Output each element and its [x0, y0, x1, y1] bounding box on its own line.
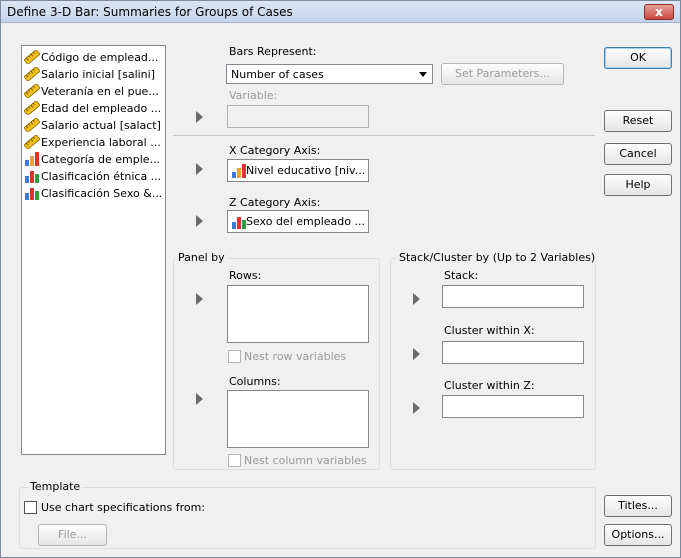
use-chart-specs-label: Use chart specifications from: [41, 501, 206, 514]
template-title: Template [28, 480, 83, 493]
bars-represent-label: Bars Represent: [229, 45, 317, 58]
cluster-within-z-field[interactable] [442, 395, 584, 418]
x-category-axis-field[interactable]: Nivel educativo [niv... [227, 159, 369, 182]
nest-columns-checkbox[interactable] [228, 454, 241, 467]
x-category-axis-value: Nivel educativo [niv... [246, 164, 366, 177]
variable-field[interactable] [227, 105, 369, 128]
variable-list-item[interactable]: Categoría de emple... [24, 152, 160, 169]
variable-list-item-label: Código de emplead... [41, 51, 159, 64]
variable-list-item[interactable]: Código de emplead... [24, 50, 158, 67]
title-bar: Define 3-D Bar: Summaries for Groups of … [1, 1, 680, 23]
variable-label: Variable: [229, 89, 278, 102]
z-category-axis-value: Sexo del empleado ... [246, 215, 365, 228]
variable-list-item-label: Clasificación Sexo &... [41, 187, 163, 200]
variable-list-item[interactable]: Clasificación Sexo &... [24, 186, 162, 203]
close-button[interactable]: x [644, 4, 674, 20]
stack-cluster-title: Stack/Cluster by (Up to 2 Variables) [397, 251, 598, 264]
ok-button[interactable]: OK [604, 47, 672, 69]
scale-ruler-icon [24, 84, 40, 98]
cancel-button[interactable]: Cancel [604, 143, 672, 165]
scale-ruler-icon [24, 118, 40, 132]
z-category-axis-label: Z Category Axis: [229, 196, 321, 209]
nest-rows-label: Nest row variables [244, 350, 347, 363]
variable-list-item[interactable]: Clasificación étnica ... [24, 169, 161, 186]
use-chart-specs-checkbox[interactable] [24, 501, 37, 514]
cluster-within-z-label: Cluster within Z: [444, 379, 535, 392]
titles-button[interactable]: Titles... [604, 495, 672, 517]
help-button[interactable]: Help [604, 174, 672, 196]
panel-by-title: Panel by [176, 251, 227, 264]
move-to-rows-arrow-icon[interactable] [194, 293, 206, 305]
nest-columns-label: Nest column variables [244, 454, 367, 467]
variable-list-item-label: Experiencia laboral ... [41, 136, 161, 149]
variable-list-item-label: Salario inicial [salini] [41, 68, 156, 81]
columns-label: Columns: [229, 375, 281, 388]
nest-rows-checkbox[interactable] [228, 350, 241, 363]
cluster-within-x-field[interactable] [442, 341, 584, 364]
separator [173, 135, 595, 136]
bars-represent-value: Number of cases [231, 68, 324, 81]
variable-list-item[interactable]: Veteranía en el pue... [24, 84, 159, 101]
variable-list-item[interactable]: Salario actual [salact] [24, 118, 161, 135]
window-title: Define 3-D Bar: Summaries for Groups of … [7, 5, 293, 19]
move-to-stack-arrow-icon[interactable] [411, 293, 423, 305]
scale-ruler-icon [24, 101, 40, 115]
source-variable-list[interactable]: Código de emplead... Salario inicial [sal… [21, 45, 166, 455]
dialog-window: Define 3-D Bar: Summaries for Groups of … [0, 0, 681, 558]
nominal-bars-icon [231, 215, 247, 229]
move-to-cluster-x-arrow-icon[interactable] [411, 348, 423, 360]
move-to-cluster-z-arrow-icon[interactable] [411, 402, 423, 414]
variable-list-item[interactable]: Salario inicial [salini] [24, 67, 155, 84]
nominal-bars-icon [24, 169, 40, 183]
x-category-axis-label: X Category Axis: [229, 144, 321, 157]
move-to-z-axis-arrow-icon[interactable] [194, 215, 206, 227]
variable-list-item-label: Categoría de emple... [41, 153, 161, 166]
scale-ruler-icon [24, 67, 40, 81]
move-to-x-axis-arrow-icon[interactable] [194, 163, 206, 175]
variable-list-item[interactable]: Experiencia laboral ... [24, 135, 161, 152]
bars-represent-select[interactable]: Number of cases [226, 64, 433, 84]
rows-field[interactable] [227, 285, 369, 343]
set-parameters-button[interactable]: Set Parameters... [441, 63, 564, 85]
file-button[interactable]: File... [38, 524, 107, 546]
move-to-columns-arrow-icon[interactable] [194, 393, 206, 405]
ordinal-bars-icon [24, 152, 40, 166]
scale-ruler-icon [24, 50, 40, 64]
move-to-variable-arrow-icon[interactable] [194, 111, 206, 123]
nominal-bars-icon [24, 186, 40, 200]
ordinal-bars-icon [231, 164, 247, 178]
stack-field[interactable] [442, 285, 584, 308]
variable-list-item-label: Salario actual [salact] [41, 119, 161, 132]
variable-list-item-label: Veteranía en el pue... [41, 85, 159, 98]
z-category-axis-field[interactable]: Sexo del empleado ... [227, 210, 369, 233]
stack-label: Stack: [444, 269, 479, 282]
reset-button[interactable]: Reset [604, 110, 672, 132]
columns-field[interactable] [227, 390, 369, 448]
options-button[interactable]: Options... [604, 524, 672, 546]
variable-list-item-label: Edad del empleado ... [41, 102, 162, 115]
variable-list-item[interactable]: Edad del empleado ... [24, 101, 161, 118]
chevron-down-icon [419, 72, 427, 77]
cluster-within-x-label: Cluster within X: [444, 324, 535, 337]
rows-label: Rows: [229, 269, 262, 282]
variable-list-item-label: Clasificación étnica ... [41, 170, 162, 183]
scale-ruler-icon [24, 135, 40, 149]
